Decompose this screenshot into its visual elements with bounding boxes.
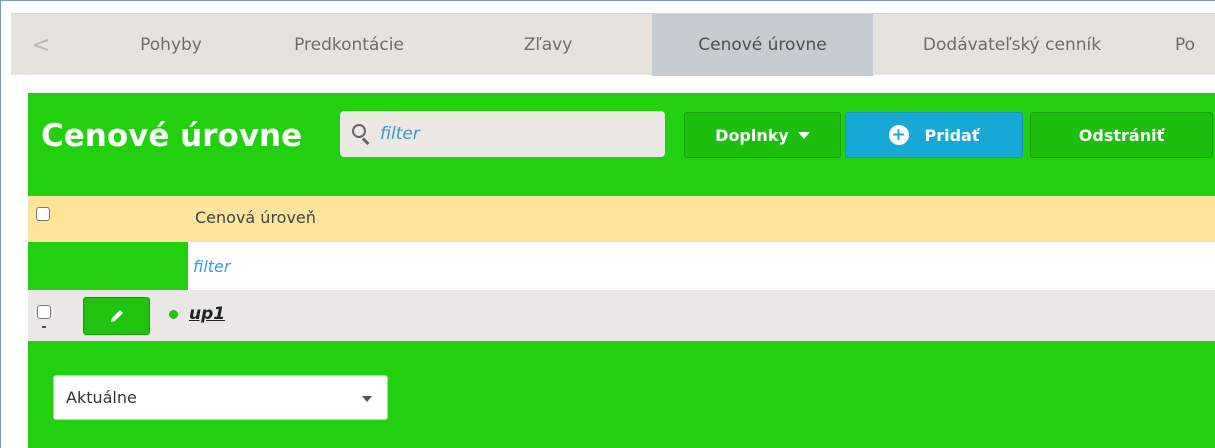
column-filter-input[interactable] [193, 255, 593, 277]
add-button[interactable]: + Pridať [845, 112, 1023, 158]
chevron-down-icon [362, 396, 372, 402]
delete-button-label: Odstrániť [1078, 125, 1165, 145]
row-checkbox[interactable] [37, 305, 51, 319]
add-button-label: Pridať [924, 125, 980, 145]
doplnky-label: Doplnky [715, 125, 789, 145]
row-name-link[interactable]: up1 [189, 304, 225, 324]
status-dot-icon [169, 310, 178, 319]
column-header-cenova-uroven[interactable]: Cenová úroveň [195, 208, 316, 227]
search-input[interactable] [380, 119, 650, 149]
tab-strip: < Pohyby Predkontácie Zľavy Cenové úrovn… [11, 13, 1215, 76]
delete-button[interactable]: Odstrániť [1030, 112, 1213, 158]
tab-po[interactable]: Po [1151, 14, 1215, 76]
tab-predkontacie[interactable]: Predkontácie [253, 14, 445, 76]
view-select-value: Aktuálne [66, 388, 137, 407]
page-title: Cenové úrovne [41, 118, 303, 154]
app-frame: < Pohyby Predkontácie Zľavy Cenové úrovn… [0, 0, 1215, 448]
tab-pohyby[interactable]: Pohyby [91, 14, 251, 76]
caret-down-icon [797, 131, 810, 139]
search-box [340, 111, 665, 157]
table-header: Cenová úroveň [28, 196, 1215, 242]
main-panel: Cenové úrovne Doplnky + Pridať Odstrániť… [28, 93, 1215, 448]
tab-zlavy[interactable]: Zľavy [447, 14, 649, 76]
tab-dodavatelsky-cennik[interactable]: Dodávateľský cenník [877, 14, 1147, 76]
tabs-prev-arrow-icon[interactable]: < [19, 14, 63, 76]
edit-row-button[interactable] [83, 297, 150, 335]
tab-cenove-urovne[interactable]: Cenové úrovne [652, 14, 873, 76]
doplnky-dropdown-button[interactable]: Doplnky [684, 112, 841, 158]
select-all-checkbox[interactable] [36, 207, 50, 221]
table-row: up1 [28, 290, 1215, 341]
search-icon [352, 124, 372, 145]
column-filter-row [188, 242, 1215, 290]
row-checkbox-mark [42, 326, 46, 328]
plus-circle-icon: + [888, 125, 909, 145]
pencil-icon [110, 310, 123, 322]
view-select[interactable]: Aktuálne [53, 375, 388, 420]
